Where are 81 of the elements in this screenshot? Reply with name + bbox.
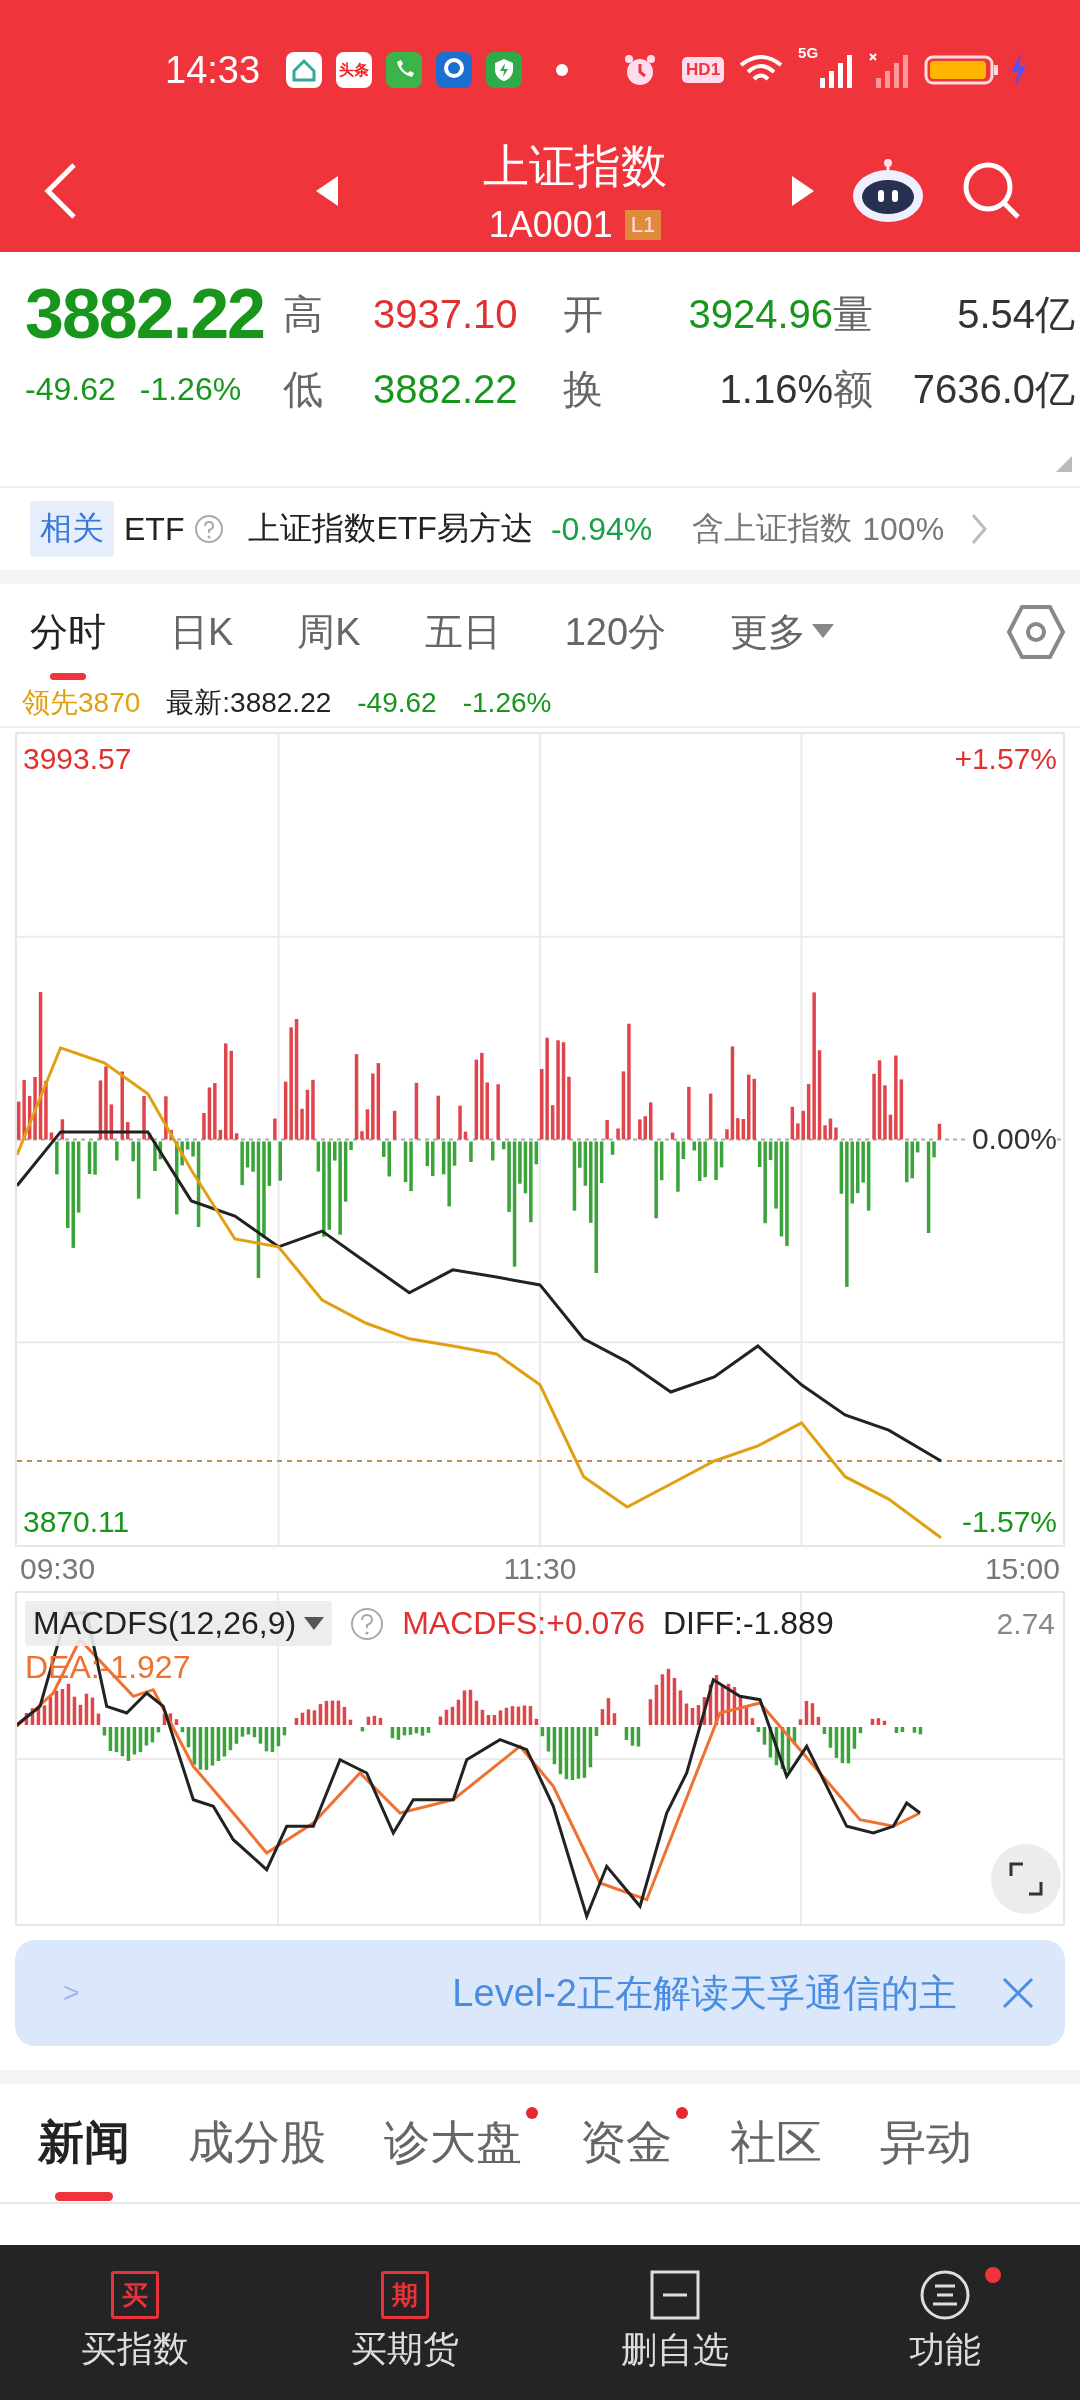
- news-tab[interactable]: 资金: [580, 2085, 688, 2201]
- stat-label: 量: [833, 290, 874, 338]
- network-label: 5G: [798, 44, 819, 61]
- stat-label: 额: [833, 366, 874, 413]
- time-label: 11:30: [503, 1552, 577, 1586]
- etf-change: -0.94%: [550, 510, 653, 548]
- news-tab[interactable]: 成分股: [188, 2085, 342, 2201]
- nav-item[interactable]: 买 买指数: [0, 2245, 270, 2400]
- stat-value: 3937.10: [373, 291, 519, 337]
- clock-time: 14:33: [165, 48, 261, 92]
- indicator-dropdown[interactable]: MACDFS(12,26,9): [25, 1601, 333, 1646]
- price-change: -49.62: [25, 371, 116, 408]
- robot-icon[interactable]: [850, 158, 926, 224]
- home-app-icon[interactable]: [286, 52, 323, 88]
- stat-value: 1.16%: [718, 367, 833, 412]
- level-badge: L1: [624, 210, 662, 240]
- chart-tab[interactable]: 周K: [297, 584, 361, 680]
- nav-item[interactable]: 删自选: [540, 2245, 810, 2400]
- change-percent: -1.26%: [462, 687, 552, 719]
- macd-value: MACDFS:+0.076: [402, 1605, 645, 1642]
- settings-icon[interactable]: [1007, 603, 1065, 661]
- stat-value: 7636.0亿: [911, 366, 1075, 413]
- chart-tab[interactable]: 更多: [730, 584, 835, 680]
- hd-label: HD1: [682, 57, 725, 83]
- price-change: -49.62: [357, 687, 437, 719]
- holding-label: 含上证指数: [692, 509, 853, 548]
- stat-label: 高: [283, 290, 324, 338]
- stat-label: 换: [563, 366, 604, 413]
- axis-label: 3870.11: [23, 1505, 130, 1539]
- arrow-label: >: [63, 1977, 80, 2009]
- box-icon: 买: [111, 2271, 159, 2319]
- expand-icon: [1009, 1862, 1043, 1896]
- holding-percent: 100%: [862, 510, 945, 548]
- phone-app-icon[interactable]: [386, 52, 423, 88]
- previous-icon[interactable]: [314, 174, 340, 208]
- dot-icon: [556, 64, 569, 76]
- stat-value: 5.54亿: [956, 290, 1075, 338]
- stat-value: 3882.22: [373, 367, 519, 412]
- signal-icon: [868, 52, 911, 88]
- chart-tab[interactable]: 日K: [170, 584, 234, 680]
- chart-tab[interactable]: 分时: [30, 584, 106, 680]
- change-percent: -1.26%: [139, 371, 242, 408]
- axis-label: +1.57%: [954, 742, 1057, 776]
- time-label: 15:00: [984, 1552, 1060, 1586]
- close-icon[interactable]: [1001, 1976, 1035, 2010]
- stock-code: 1A0001: [488, 204, 613, 246]
- news-tab[interactable]: 异动: [880, 2085, 988, 2201]
- etf-name[interactable]: 上证指数ETF易方达: [248, 507, 533, 551]
- minus-box-icon: [650, 2270, 700, 2320]
- axis-label: 2.74: [996, 1606, 1055, 1641]
- news-app-icon[interactable]: 头条: [336, 52, 373, 88]
- latest-price: 最新:3882.22: [166, 686, 332, 720]
- stat-label: 开: [563, 290, 604, 338]
- caret-icon: [304, 1616, 325, 1631]
- time-label: 09:30: [20, 1552, 96, 1586]
- chart-tab[interactable]: 五日: [424, 584, 501, 680]
- news-tab[interactable]: 诊大盘: [384, 2085, 538, 2201]
- stock-title: 上证指数: [483, 139, 667, 194]
- caret-icon: [812, 624, 835, 640]
- menu-icon: [920, 2270, 970, 2320]
- axis-label: 3993.57: [23, 742, 132, 776]
- chart-tab[interactable]: 120分: [564, 584, 667, 680]
- etf-label: ETF: [124, 510, 185, 548]
- charging-icon: [1008, 52, 1029, 88]
- leader-label: 领先3870: [22, 686, 141, 720]
- box-icon: 期: [381, 2271, 429, 2319]
- help-icon[interactable]: [350, 1606, 385, 1641]
- stat-label: 低: [283, 366, 324, 413]
- news-tab[interactable]: 社区: [730, 2085, 838, 2201]
- nav-item[interactable]: 功能: [810, 2245, 1080, 2400]
- shield-app-icon[interactable]: [486, 52, 523, 88]
- nav-item[interactable]: 期 买期货: [270, 2245, 540, 2400]
- news-tab[interactable]: 新闻: [38, 2085, 146, 2201]
- next-icon[interactable]: [790, 174, 816, 208]
- stat-value: 3924.96: [687, 291, 833, 337]
- banner-text: Level-2正在解读天孚通信的主: [452, 1970, 957, 2016]
- signal-icon: [818, 52, 855, 88]
- help-icon[interactable]: [194, 514, 225, 544]
- last-price: 3882.22: [25, 274, 266, 354]
- related-tag: 相关: [30, 501, 114, 557]
- diff-value: DIFF:-1.889: [662, 1605, 834, 1642]
